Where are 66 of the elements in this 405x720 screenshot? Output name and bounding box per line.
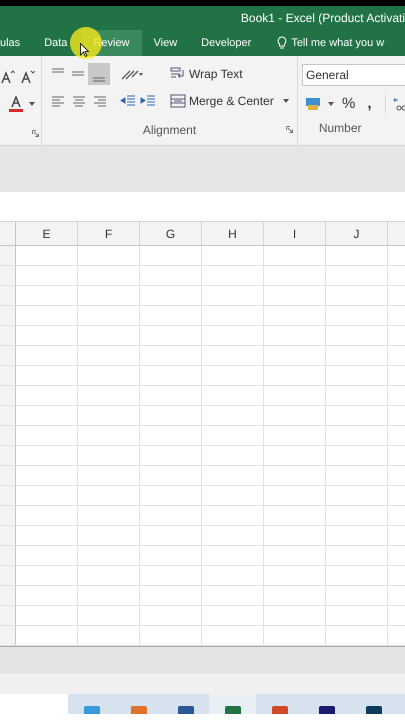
row-header[interactable]: [0, 486, 16, 505]
column-header[interactable]: F: [78, 222, 140, 245]
excel-icon: [224, 706, 240, 714]
align-right-icon[interactable]: [92, 94, 108, 108]
app-icon: [318, 706, 334, 714]
row-header[interactable]: [0, 586, 16, 605]
row-header[interactable]: [0, 266, 16, 285]
ribbon-tab[interactable]: Developer: [189, 30, 264, 56]
column-header[interactable]: J: [326, 222, 388, 245]
group-label: Alignment: [142, 122, 196, 139]
dialog-launcher-icon[interactable]: [32, 130, 39, 137]
ribbon-tab[interactable]: View: [142, 30, 190, 56]
font-color-icon[interactable]: [9, 96, 25, 112]
word-icon: [178, 706, 194, 714]
currency-icon[interactable]: [304, 96, 322, 112]
align-center-icon[interactable]: [71, 94, 87, 108]
column-header[interactable]: H: [202, 222, 264, 245]
row-header[interactable]: [0, 606, 16, 625]
row-header[interactable]: [0, 246, 16, 265]
comma-style-button[interactable]: ,: [367, 92, 376, 116]
caret-icon: [282, 99, 289, 103]
row-header[interactable]: [0, 566, 16, 585]
row-header[interactable]: [0, 466, 16, 485]
row-header[interactable]: [0, 286, 16, 305]
app-icon: [130, 706, 146, 714]
decrease-indent-icon[interactable]: [120, 94, 136, 108]
column-header[interactable]: E: [16, 222, 78, 245]
tell-me-field[interactable]: Tell me what you w: [277, 30, 384, 56]
lightbulb-icon: [277, 36, 288, 50]
row-header[interactable]: [0, 346, 16, 365]
window-title: Book1 - Excel (Product Activati: [240, 10, 405, 27]
align-bottom-icon[interactable]: [88, 63, 110, 85]
shrink-font-icon[interactable]: [21, 70, 35, 84]
dialog-launcher-icon[interactable]: [286, 126, 293, 133]
column-header[interactable]: I: [264, 222, 326, 245]
caret-icon[interactable]: [29, 102, 35, 106]
number-format-field[interactable]: General: [302, 64, 405, 86]
increase-decimal-icon[interactable]: [392, 97, 405, 111]
ribbon-tab[interactable]: Data: [32, 30, 68, 56]
align-left-icon[interactable]: [50, 94, 66, 108]
row-header[interactable]: [0, 406, 16, 425]
caret-icon[interactable]: [328, 102, 334, 106]
row-header[interactable]: [0, 326, 16, 345]
grow-font-icon[interactable]: [1, 70, 15, 84]
merge-cells-icon: [170, 94, 186, 108]
increase-indent-icon[interactable]: [140, 94, 156, 108]
percent-style-button[interactable]: %: [342, 92, 356, 116]
row-header[interactable]: [0, 306, 16, 325]
row-header[interactable]: [0, 426, 16, 445]
mouse-pointer-icon: [80, 43, 89, 57]
taskbar-button[interactable]: [209, 694, 256, 714]
merge-center-button[interactable]: Merge & Center: [170, 92, 289, 110]
wrap-text-button[interactable]: Wrap Text: [170, 65, 243, 83]
row-header[interactable]: [0, 526, 16, 545]
row-header[interactable]: [0, 446, 16, 465]
row-header[interactable]: [0, 546, 16, 565]
row-header[interactable]: [0, 386, 16, 405]
row-header[interactable]: [0, 366, 16, 385]
folder-icon: [84, 706, 100, 714]
column-header[interactable]: G: [140, 222, 202, 245]
row-header[interactable]: [0, 506, 16, 525]
group-label: Number: [318, 120, 362, 137]
app-icon: [366, 706, 382, 714]
ribbon-tab[interactable]: ulas: [0, 30, 32, 56]
powerpoint-icon: [272, 706, 288, 714]
row-header[interactable]: [0, 626, 16, 645]
